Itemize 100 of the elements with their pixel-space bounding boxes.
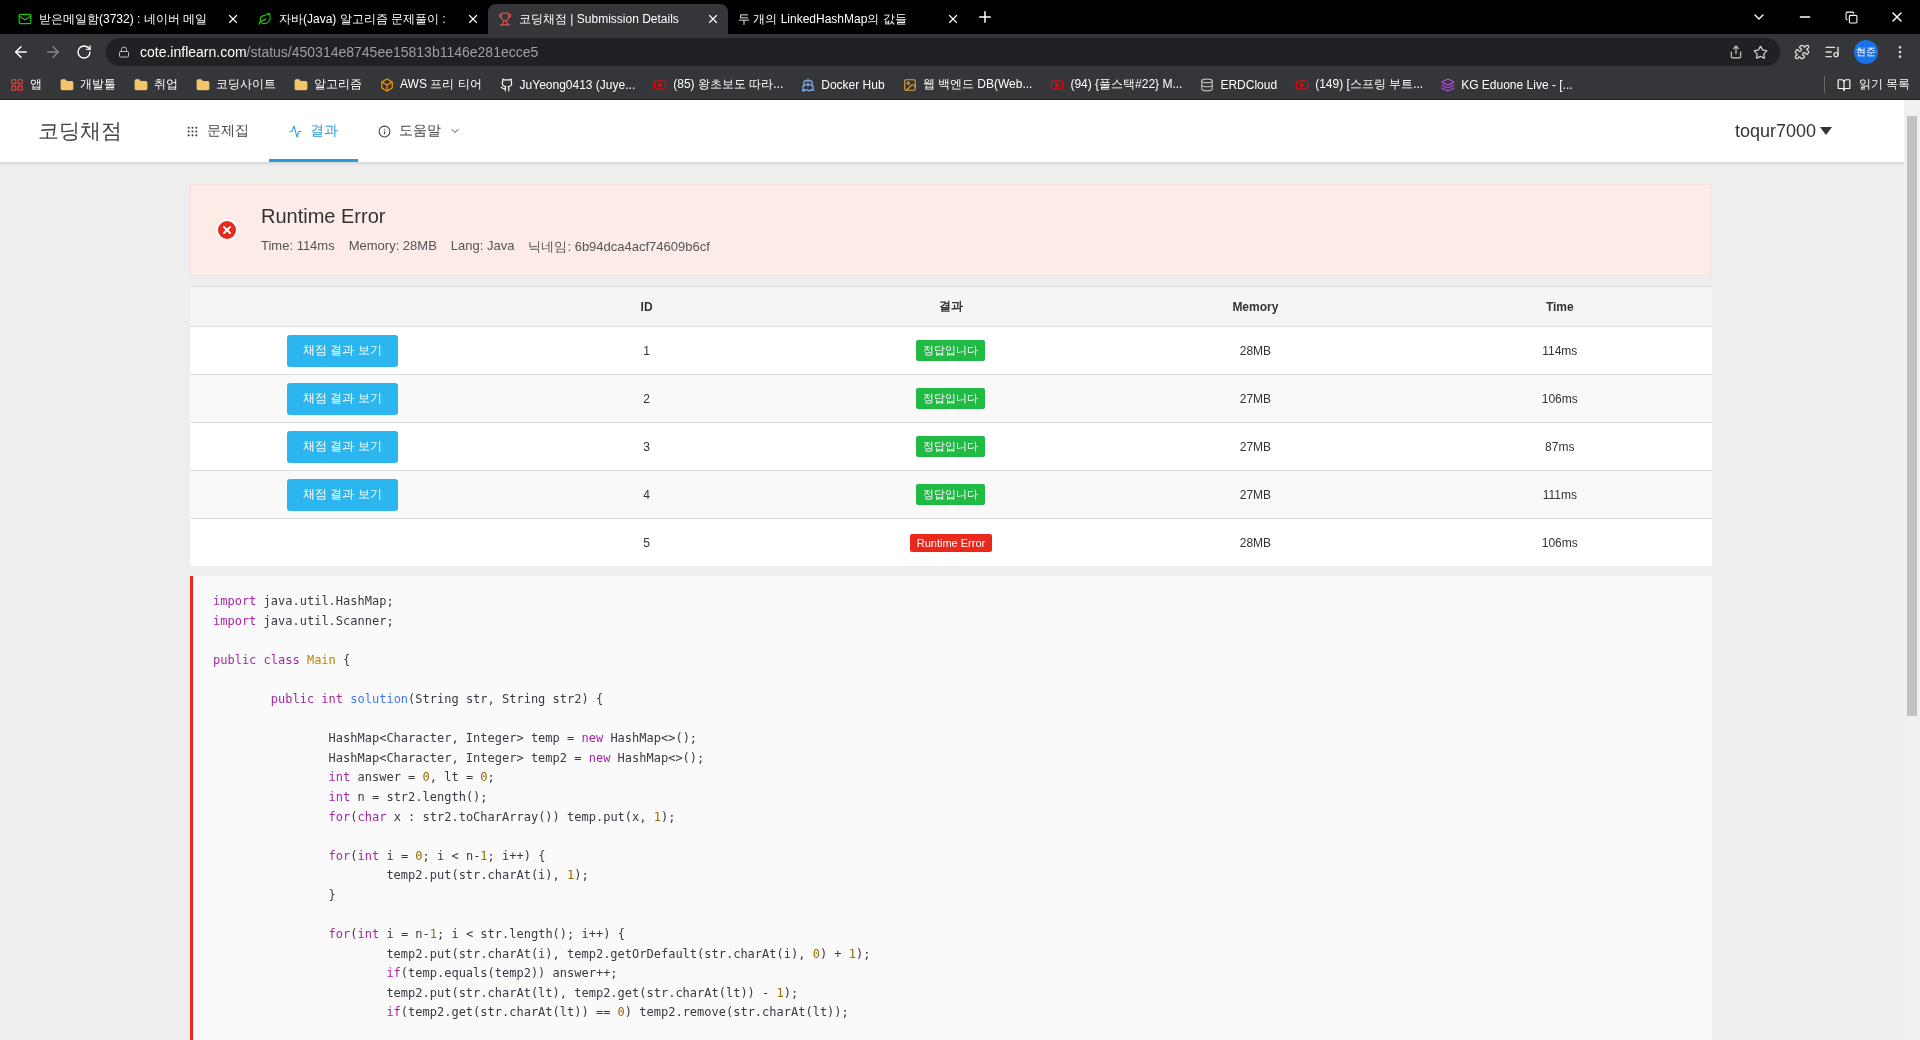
bookmark-link[interactable]: JuYeong0413 (Juye... — [519, 77, 636, 92]
header-cell: Time — [1407, 286, 1712, 326]
browser-tab[interactable]: 자바(Java) 알고리즘 문제풀이 : — [248, 4, 488, 34]
code-line: int n = str2.length(); — [327, 788, 489, 806]
bookmark-link[interactable]: (94) {풀스택#22} M... — [1070, 76, 1183, 93]
bookmark-link[interactable]: 취업 — [154, 76, 178, 93]
table-cell: 27MB — [1239, 439, 1272, 454]
result-badge: 정답입니다 — [916, 484, 986, 505]
close-icon[interactable] — [946, 12, 960, 26]
header-cell: 결과 — [798, 286, 1104, 326]
user-menu[interactable]: toqur7000 — [1734, 120, 1832, 142]
bookmark-link[interactable]: (85) 왕초보도 따라... — [673, 76, 784, 93]
nav-tab[interactable]: 도움말 — [358, 100, 481, 162]
nav-tab[interactable]: 문제집 — [166, 100, 269, 162]
info-icon — [378, 124, 391, 138]
code-line: HashMap<Character, Integer> temp = new HashMap<>(); — [327, 730, 699, 748]
folder-icon — [134, 77, 148, 92]
close-icon[interactable] — [706, 12, 720, 26]
bookmark-link[interactable]: Docker Hub — [821, 77, 885, 92]
tab-title: 자바(Java) 알고리즘 문제풀이 : — [279, 10, 446, 28]
result-meta: Memory: 28MB — [348, 237, 437, 255]
book-icon[interactable] — [1836, 77, 1851, 92]
database-icon — [1200, 77, 1215, 92]
folder-icon — [60, 77, 74, 92]
code-line: int answer = 0, lt = 0; — [327, 769, 496, 787]
bookmark-link[interactable]: 앱 — [30, 76, 42, 93]
leaf-icon — [258, 12, 272, 26]
close-icon[interactable] — [226, 12, 240, 26]
forward-icon[interactable] — [44, 43, 62, 61]
caret-icon — [1820, 127, 1832, 135]
layers-icon — [1441, 77, 1456, 92]
table-cell: 106ms — [1541, 535, 1578, 550]
table-cell: 4 — [643, 487, 650, 502]
result-title: Runtime Error — [261, 204, 387, 228]
code-line: if(temp.equals(temp2)) answer++; — [385, 965, 619, 983]
bookmark-link[interactable]: KG Eduone Live - [... — [1461, 77, 1573, 92]
table-cell: 3 — [643, 439, 650, 454]
folder-icon — [196, 77, 210, 92]
reading-list-link[interactable]: 읽기 목록 — [1858, 76, 1910, 93]
table-cell: 27MB — [1239, 487, 1272, 502]
result-meta: Lang: Java — [450, 237, 515, 255]
table-cell: 114ms — [1542, 343, 1578, 358]
mail-icon — [18, 12, 32, 26]
table-cell: 5 — [643, 535, 650, 550]
bookmark-link[interactable]: 개발툴 — [80, 76, 116, 93]
table-cell: 1 — [643, 343, 650, 358]
code-line: public int solution(String str, String str2) { — [269, 690, 605, 708]
grid-icon — [186, 124, 199, 138]
star-icon[interactable] — [1753, 44, 1768, 60]
share-icon[interactable] — [1729, 45, 1743, 59]
code-line: temp2.put(str.charAt(lt), temp2.get(str.charAt(lt)) - 1); — [385, 984, 800, 1002]
new-tab-icon[interactable] — [976, 8, 994, 26]
table-cell: 2 — [643, 391, 650, 406]
restore-icon[interactable] — [1844, 10, 1858, 24]
bookmark-link[interactable]: 코딩사이트 — [216, 76, 276, 93]
table-cell: 87ms — [1545, 439, 1575, 454]
code-line: for(int i = 0; i < n-1; i++) { — [327, 847, 547, 865]
browser-tab[interactable]: 코딩채점 | Submission Details — [488, 4, 728, 34]
bookmark-link[interactable]: ERDCloud — [1220, 77, 1278, 92]
table-cell: 28MB — [1239, 535, 1272, 550]
tab-title: 두 개의 LinkedHashMap의 값들 — [738, 10, 907, 28]
error-icon — [215, 218, 239, 242]
browser-tab[interactable]: 두 개의 LinkedHashMap의 값들 — [728, 4, 968, 34]
lock-icon — [118, 46, 130, 58]
header-cell: Memory — [1103, 286, 1408, 326]
header-cell: ID — [494, 286, 799, 326]
code-line: import java.util.Scanner; — [213, 612, 395, 630]
code-line: temp2.put(str.charAt(i), 1); — [385, 867, 590, 885]
reload-icon[interactable] — [76, 44, 92, 60]
apps-icon — [10, 77, 24, 92]
code-line: public class Main { — [213, 651, 352, 669]
bookmark-link[interactable]: (149) [스프링 부트... — [1315, 76, 1424, 93]
site-logo[interactable]: 코딩채점 — [38, 117, 122, 145]
code-line: if(temp2.get(str.charAt(lt)) == 0) temp2.remove(str.charAt(lt)); — [385, 1004, 850, 1022]
trophy-icon — [498, 12, 512, 26]
github-icon — [499, 77, 514, 92]
playlist-icon[interactable] — [1824, 44, 1840, 60]
browser-tab[interactable]: 받은메일함(3732) : 네이버 메일 — [8, 4, 248, 34]
table-cell: 111ms — [1542, 487, 1577, 502]
bookmark-link[interactable]: 웹 백엔드 DB(Web... — [922, 76, 1033, 93]
address-bar[interactable]: cote.inflearn.com/status/450314e8745ee15813b1146e281ecce5 — [106, 38, 1780, 66]
bookmark-link[interactable]: 알고리즘 — [314, 76, 362, 93]
close-icon[interactable] — [466, 12, 480, 26]
code-line: temp2.put(str.charAt(i), temp2.getOrDefault(str.charAt(i), 0) + 1); — [385, 945, 872, 963]
puzzle-icon[interactable] — [1794, 44, 1810, 60]
result-badge: Runtime Error — [909, 533, 993, 552]
pulse-icon — [289, 124, 302, 138]
tab-title: 받은메일함(3732) : 네이버 메일 — [39, 10, 208, 28]
code-line: for(char x : str2.toCharArray()) temp.put(x, 1); — [327, 808, 677, 826]
profile-avatar[interactable]: 현준 — [1854, 40, 1878, 64]
play-icon — [1050, 77, 1065, 92]
code-line: HashMap<Character, Integer> temp2 = new HashMap<>(); — [327, 749, 706, 767]
bookmark-link[interactable]: AWS 프리 티어 — [400, 76, 482, 93]
back-icon[interactable] — [12, 43, 30, 61]
play-icon — [653, 77, 668, 92]
table-cell: 27MB — [1239, 391, 1272, 406]
code-line: } — [327, 886, 337, 904]
result-badge: 정답입니다 — [916, 436, 986, 457]
play-icon — [1295, 77, 1310, 92]
ship-icon — [801, 77, 816, 92]
